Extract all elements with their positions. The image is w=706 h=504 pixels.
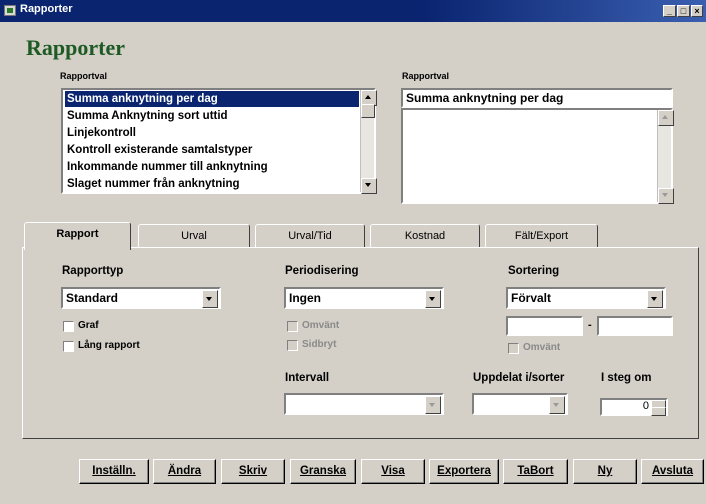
- installn-button[interactable]: Inställn.: [79, 459, 149, 484]
- rapporttyp-label: Rapporttyp: [62, 265, 124, 277]
- chevron-down-icon[interactable]: [549, 396, 565, 414]
- app-icon: [4, 5, 16, 16]
- report-preview-text: Summa anknytning per dag: [406, 91, 564, 105]
- maximize-button[interactable]: □: [677, 5, 690, 17]
- window-title: Rapporter: [20, 3, 73, 15]
- list-item[interactable]: Linjekontroll: [65, 125, 136, 141]
- description-scrollbar[interactable]: [657, 110, 674, 204]
- tab-falt-export[interactable]: Fält/Export: [485, 224, 598, 248]
- rapporttyp-select[interactable]: Standard: [61, 287, 221, 309]
- report-list-label: Rapportval: [60, 71, 108, 81]
- intervall-label: Intervall: [285, 372, 330, 384]
- sortering-from-field[interactable]: [506, 316, 583, 336]
- sortering-select[interactable]: Förvalt: [506, 287, 666, 309]
- chevron-down-icon[interactable]: [647, 290, 663, 308]
- spin-down-icon[interactable]: [651, 407, 666, 416]
- tab-panel-rapport: Rapporttyp Standard Graf Lång rapport Pe…: [22, 247, 699, 439]
- sortering-omvant-checkbox[interactable]: [508, 343, 519, 354]
- granska-button[interactable]: Granska: [290, 459, 356, 484]
- graf-label: Graf: [78, 320, 99, 331]
- graf-checkbox[interactable]: [63, 321, 74, 332]
- sortering-value: Förvalt: [511, 291, 552, 305]
- scroll-up-icon[interactable]: [658, 110, 674, 126]
- intervall-select[interactable]: [284, 393, 444, 415]
- minimize-button[interactable]: _: [663, 5, 676, 17]
- lang-rapport-checkbox[interactable]: [63, 341, 74, 352]
- tabort-button[interactable]: TaBort: [503, 459, 568, 484]
- report-list-scrollbar[interactable]: [360, 90, 377, 194]
- periodisering-sidbryt-label: Sidbryt: [302, 339, 337, 350]
- sortering-label: Sortering: [508, 265, 560, 277]
- report-preview-label: Rapportval: [402, 71, 450, 81]
- chevron-down-icon[interactable]: [425, 396, 441, 414]
- periodisering-select[interactable]: Ingen: [284, 287, 444, 309]
- exportera-button[interactable]: Exportera: [429, 459, 499, 484]
- i-steg-om-spinner[interactable]: 0: [600, 398, 668, 416]
- close-button[interactable]: ×: [691, 5, 703, 17]
- range-separator: -: [588, 319, 592, 331]
- scroll-thumb[interactable]: [361, 104, 375, 118]
- list-item[interactable]: Summa Anknytning sort uttid: [65, 108, 228, 124]
- scroll-down-icon[interactable]: [658, 188, 674, 204]
- scroll-down-icon[interactable]: [361, 178, 377, 194]
- list-item[interactable]: Slaget nummer från anknytning: [65, 176, 240, 192]
- skriv-button[interactable]: Skriv: [221, 459, 285, 484]
- tab-kostnad[interactable]: Kostnad: [370, 224, 480, 248]
- page-title: Rapporter: [26, 35, 125, 60]
- report-description-box[interactable]: [401, 108, 674, 204]
- chevron-down-icon[interactable]: [425, 290, 441, 308]
- sortering-omvant-label: Omvänt: [523, 342, 561, 353]
- periodisering-value: Ingen: [289, 291, 321, 305]
- list-item[interactable]: Inkommande nummer till anknytning: [65, 159, 268, 175]
- list-item[interactable]: Summa anknytning per dag: [65, 91, 359, 107]
- periodisering-sidbryt-checkbox[interactable]: [287, 340, 298, 351]
- report-preview-field[interactable]: Summa anknytning per dag: [401, 88, 673, 108]
- avsluta-button[interactable]: Avsluta: [641, 459, 704, 484]
- periodisering-omvant-label: Omvänt: [302, 320, 340, 331]
- periodisering-label: Periodisering: [285, 265, 359, 277]
- visa-button[interactable]: Visa: [361, 459, 425, 484]
- tab-urval-tid[interactable]: Urval/Tid: [255, 224, 365, 248]
- sortering-to-field[interactable]: [597, 316, 673, 336]
- list-item[interactable]: Kontroll existerande samtalstyper: [65, 142, 252, 158]
- i-steg-om-label: I steg om: [601, 372, 652, 384]
- chevron-down-icon[interactable]: [202, 290, 218, 308]
- title-bar: Rapporter _ □ ×: [0, 0, 706, 22]
- andra-button[interactable]: Ändra: [153, 459, 216, 484]
- rapporttyp-value: Standard: [66, 291, 119, 305]
- uppdelat-select[interactable]: [472, 393, 568, 415]
- tab-urval[interactable]: Urval: [138, 224, 250, 248]
- periodisering-omvant-checkbox[interactable]: [287, 321, 298, 332]
- ny-button[interactable]: Ny: [573, 459, 637, 484]
- i-steg-om-value: 0: [642, 400, 649, 412]
- report-listbox[interactable]: Summa anknytning per dag Summa Anknytnin…: [61, 88, 377, 194]
- lang-rapport-label: Lång rapport: [78, 340, 140, 351]
- tab-rapport[interactable]: Rapport: [24, 222, 131, 250]
- uppdelat-label: Uppdelat i/sorter: [473, 372, 565, 384]
